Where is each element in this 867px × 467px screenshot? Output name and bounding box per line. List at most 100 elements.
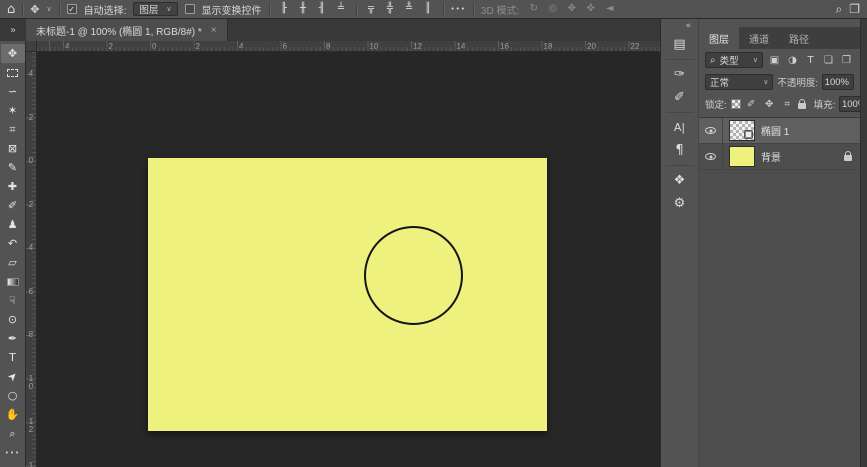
filter-pixel-layers-icon[interactable]: ▣ xyxy=(767,53,782,68)
brushes-panel-button[interactable]: ✐ xyxy=(666,86,694,109)
rectangular-marquee-tool[interactable] xyxy=(1,63,25,82)
character-panel-button[interactable]: A| xyxy=(666,116,694,139)
lock-transparent-pixels-icon[interactable] xyxy=(730,99,741,109)
chevron-down-icon[interactable]: ∨ xyxy=(46,5,51,13)
align-bottom-edges-icon[interactable]: ╧ xyxy=(334,4,349,14)
tab-layers[interactable]: 图层 xyxy=(699,27,739,49)
document-tab-title: 未标题-1 @ 100% (椭圆 1, RGB/8#) * xyxy=(36,26,202,38)
3d-orbit-icon[interactable]: ↻ xyxy=(526,4,541,14)
document-tab[interactable]: 未标题-1 @ 100% (椭圆 1, RGB/8#) * × xyxy=(26,19,228,41)
distribute-bottom-edges-icon[interactable]: ╩ xyxy=(402,4,417,14)
layer-comps-panel-button[interactable]: ⚙ xyxy=(666,192,694,215)
brush-settings-panel-button[interactable]: ✑ xyxy=(666,63,694,86)
show-transform-checkbox[interactable] xyxy=(184,4,195,14)
visibility-toggle[interactable] xyxy=(699,118,723,143)
panel-tabs: 图层 通道 路径 xyxy=(699,27,860,49)
move-tool-options-icon[interactable]: ✥ xyxy=(30,4,39,15)
paragraph-panel-button[interactable]: ¶ xyxy=(666,139,694,162)
3d-slide-icon[interactable]: ✜ xyxy=(583,4,598,14)
home-icon[interactable]: ⌂ xyxy=(7,3,15,16)
ruler-corner[interactable] xyxy=(26,41,37,52)
visibility-toggle[interactable] xyxy=(699,144,723,169)
layer-thumbnail[interactable] xyxy=(729,146,755,167)
ellipse-tool[interactable]: ○ xyxy=(1,386,25,405)
ruler-tick-label: 8 xyxy=(326,42,331,51)
ruler-horizontal[interactable]: 4 2 0 2 4 6 8 10 12 14 16 18 20 22 xyxy=(37,41,660,52)
crop-tool[interactable]: ⌗ xyxy=(1,120,25,139)
ruler-tick-label: 2 xyxy=(195,42,200,51)
ruler-tick-label: 6 xyxy=(28,286,34,296)
ruler-tick-label: 0 xyxy=(152,42,157,51)
divider xyxy=(665,112,694,113)
eyedropper-tool[interactable]: ✎ xyxy=(1,158,25,177)
layer-filter-row: ⌕ 类型 ∨ ▣ ◑ T ❏ ❐ xyxy=(699,49,860,71)
eraser-tool[interactable]: ▱ xyxy=(1,253,25,272)
layer-thumbnail[interactable] xyxy=(729,120,755,141)
workspace-switcher-icon[interactable]: ❐ xyxy=(849,3,860,15)
3d-mode-label: 3D 模式: xyxy=(480,5,520,17)
layer-row[interactable]: 椭圆 1 xyxy=(699,118,860,144)
lock-artboard-icon[interactable]: ⌗ xyxy=(780,97,795,112)
lasso-tool[interactable]: ∽ xyxy=(1,82,25,101)
filter-type-layers-icon[interactable]: T xyxy=(803,53,818,68)
divider xyxy=(22,2,24,16)
ruler-tick-label: 14 xyxy=(28,460,34,467)
auto-select-checkbox[interactable]: ✓ xyxy=(66,4,77,14)
blend-mode-dropdown[interactable]: 正常 ∨ xyxy=(705,74,774,90)
properties-panel-button[interactable]: ▤ xyxy=(666,33,694,56)
toolbox-collapse-icon[interactable]: » xyxy=(0,19,26,41)
tab-close-icon[interactable]: × xyxy=(211,25,217,36)
panel-expand-icon[interactable]: « xyxy=(678,21,698,33)
3d-panel-button[interactable]: ❖ xyxy=(666,169,694,192)
document-canvas[interactable] xyxy=(148,158,547,431)
ruler-vertical[interactable]: 4 2 0 2 4 6 8 10 12 14 xyxy=(26,52,37,467)
rectangular-marquee-tool-icon xyxy=(7,68,18,77)
distribute-top-edges-icon[interactable]: ╦ xyxy=(364,4,379,14)
align-horizontal-centers-icon[interactable]: ╫ xyxy=(296,4,311,14)
path-selection-tool[interactable]: ➤ xyxy=(1,367,25,386)
options-bar: ⌂ ✥ ∨ ✓ 自动选择: 图层 ∨ 显示变换控件 ╟ ╫ ╢ ╧ ╦ ╬ ╩ ║ ••• … xyxy=(0,0,867,19)
align-right-edges-icon[interactable]: ╢ xyxy=(315,4,330,14)
filter-shape-layers-icon[interactable]: ❏ xyxy=(821,53,836,68)
divider xyxy=(58,2,60,16)
quick-selection-tool[interactable]: ✶ xyxy=(1,101,25,120)
auto-select-target-dropdown[interactable]: 图层 ∨ xyxy=(133,2,178,16)
gradient-tool[interactable] xyxy=(1,272,25,291)
lock-position-icon[interactable]: ✥ xyxy=(762,97,777,112)
tab-paths[interactable]: 路径 xyxy=(779,27,819,49)
ruler-tick-label: 18 xyxy=(543,42,553,51)
opacity-field[interactable]: 100% xyxy=(822,74,854,90)
type-tool[interactable]: T xyxy=(1,348,25,367)
align-left-edges-icon[interactable]: ╟ xyxy=(277,4,292,14)
move-tool[interactable]: ✥ xyxy=(0,44,25,63)
3d-camera-icon[interactable]: ◄ xyxy=(602,4,617,14)
layer-row[interactable]: 背景 xyxy=(699,144,860,170)
dodge-tool[interactable]: ⊙ xyxy=(1,310,25,329)
more-align-options-button[interactable]: ••• xyxy=(451,5,466,13)
distribute-vertical-centers-icon[interactable]: ║ xyxy=(421,4,436,14)
layer-filter-dropdown[interactable]: ⌕ 类型 ∨ xyxy=(705,52,763,68)
ellipse-shape xyxy=(364,226,463,325)
pen-tool[interactable]: ✒ xyxy=(1,329,25,348)
zoom-tool[interactable]: ⌕ xyxy=(1,424,25,443)
spot-healing-brush-tool[interactable]: ✚ xyxy=(1,177,25,196)
history-brush-tool[interactable]: ↶ xyxy=(1,234,25,253)
more-tools[interactable]: ••• xyxy=(1,443,25,462)
brush-tool-icon: ✐ xyxy=(7,199,18,212)
tab-channels[interactable]: 通道 xyxy=(739,27,779,49)
search-icon[interactable]: ⌕ xyxy=(836,3,843,15)
distribute-horizontal-centers-icon[interactable]: ╬ xyxy=(383,4,398,14)
brush-tool[interactable]: ✐ xyxy=(1,196,25,215)
hand-tool[interactable]: ✋ xyxy=(1,405,25,424)
smudge-tool[interactable]: ☟ xyxy=(1,291,25,310)
3d-roll-icon[interactable]: ◎ xyxy=(545,4,560,14)
ruler-tick-label: 0 xyxy=(28,156,34,165)
filter-adjustment-layers-icon[interactable]: ◑ xyxy=(785,53,800,68)
3d-pan-icon[interactable]: ✥ xyxy=(564,4,579,14)
lock-image-pixels-icon[interactable]: ✐ xyxy=(744,97,759,112)
frame-tool[interactable]: ⊠ xyxy=(1,139,25,158)
lock-all-icon[interactable] xyxy=(797,98,806,109)
filter-smart-objects-icon[interactable]: ❐ xyxy=(839,53,854,68)
ruler-tick-label: 8 xyxy=(28,330,34,339)
clone-stamp-tool[interactable]: ♟ xyxy=(1,215,25,234)
